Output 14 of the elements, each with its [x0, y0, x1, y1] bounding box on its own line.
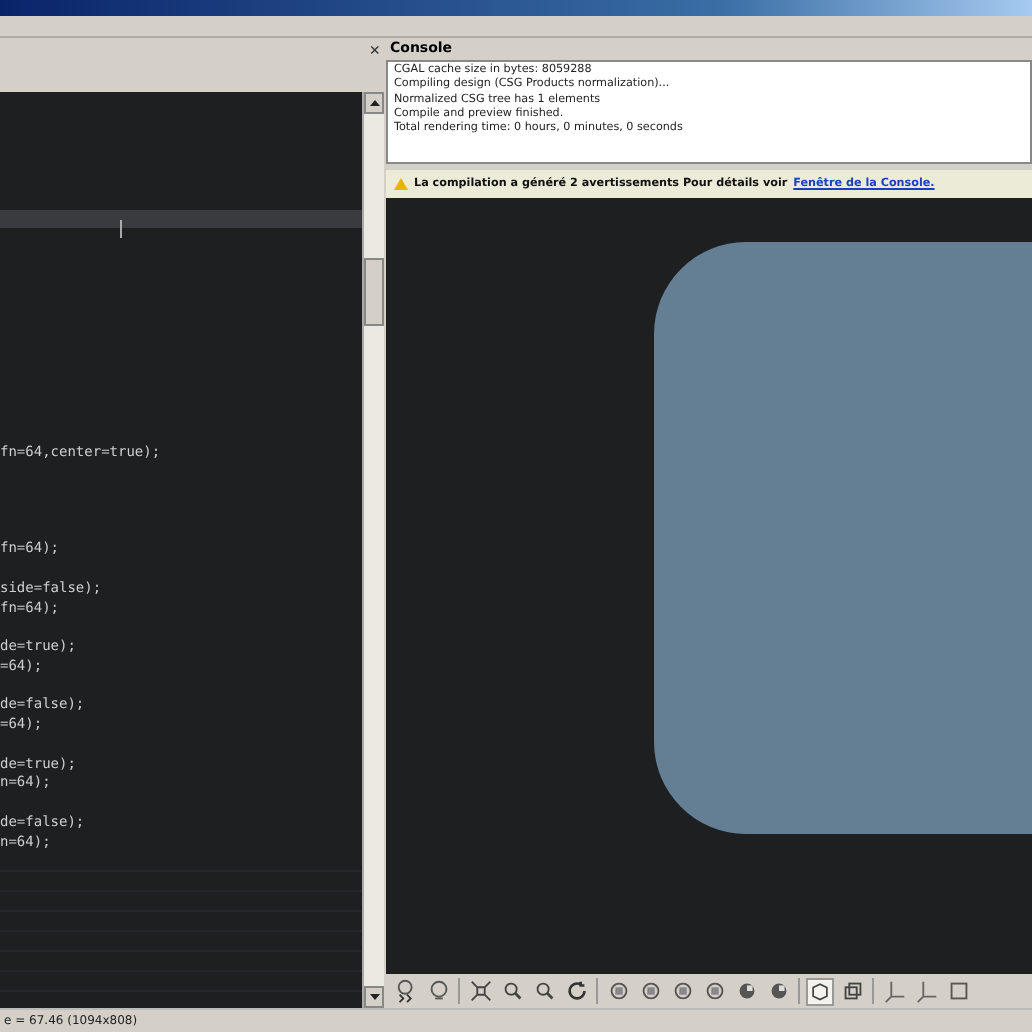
- scroll-up-button[interactable]: [364, 92, 384, 114]
- reset-view-icon[interactable]: [562, 977, 590, 1005]
- close-button[interactable]: ×: [369, 40, 380, 60]
- scrollbar-thumb[interactable]: [364, 258, 384, 326]
- axes-icon[interactable]: [880, 977, 908, 1005]
- perspective-icon[interactable]: [806, 977, 834, 1005]
- up-arrow-icon: [369, 100, 379, 106]
- warning-icon: [394, 178, 408, 190]
- zoom-all-icon[interactable]: [466, 977, 494, 1005]
- axes-icon[interactable]: [912, 977, 940, 1005]
- 3d-viewport[interactable]: [386, 198, 1032, 974]
- scrollbar[interactable]: [362, 92, 384, 1008]
- scroll-down-button[interactable]: [364, 986, 384, 1008]
- down-arrow-icon: [369, 994, 379, 1000]
